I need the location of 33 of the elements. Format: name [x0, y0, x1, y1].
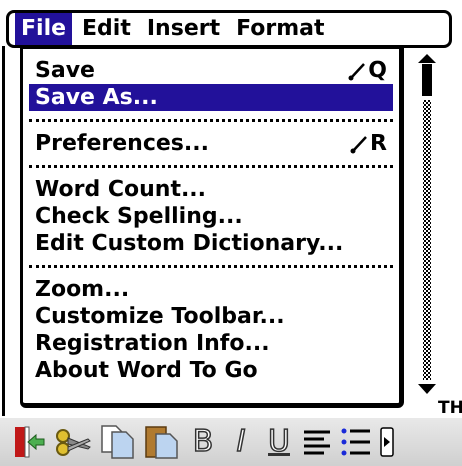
menu-tab[interactable]: Edit: [76, 13, 137, 45]
menu-item-label: Save: [35, 57, 95, 84]
paste-icon[interactable]: [144, 424, 180, 460]
menu-item-label: Edit Custom Dictionary...: [35, 230, 344, 257]
shortcut-key: Q: [368, 57, 387, 84]
menu-tab[interactable]: File: [15, 13, 72, 45]
exit-door-icon[interactable]: [12, 424, 46, 460]
menu-item[interactable]: Save As...: [29, 84, 393, 111]
document-text: TH: [438, 397, 462, 420]
command-stroke-icon: [350, 134, 368, 154]
shortcut-key: R: [370, 130, 387, 157]
command-stroke-icon: [348, 60, 366, 80]
menu-item-label: Zoom...: [35, 276, 130, 303]
menu-item[interactable]: Zoom...: [29, 276, 393, 303]
menu-item[interactable]: About Word To Go: [29, 357, 393, 384]
menu-item[interactable]: Customize Toolbar...: [29, 303, 393, 330]
menu-item[interactable]: Preferences... R: [29, 130, 393, 157]
menu-item-label: Check Spelling...: [35, 203, 243, 230]
menu-item-label: About Word To Go: [35, 357, 258, 384]
menu-item[interactable]: Edit Custom Dictionary...: [29, 230, 393, 257]
menu-item[interactable]: Word Count...: [29, 176, 393, 203]
scrollbar[interactable]: [418, 54, 436, 394]
menu-item-label: Save As...: [35, 84, 158, 111]
menu-item[interactable]: Save Q: [29, 57, 393, 84]
menu-item[interactable]: Check Spelling...: [29, 203, 393, 230]
menu-item-label: Registration Info...: [35, 330, 270, 357]
copy-icon[interactable]: [100, 424, 136, 460]
menu-tab[interactable]: Insert: [140, 13, 226, 45]
menu-tab[interactable]: Format: [230, 13, 330, 45]
menu-item-label: Word Count...: [35, 176, 206, 203]
menu-item-label: Customize Toolbar...: [35, 303, 285, 330]
menu-item-label: Preferences...: [35, 130, 209, 157]
menu-item[interactable]: Registration Info...: [29, 330, 393, 357]
